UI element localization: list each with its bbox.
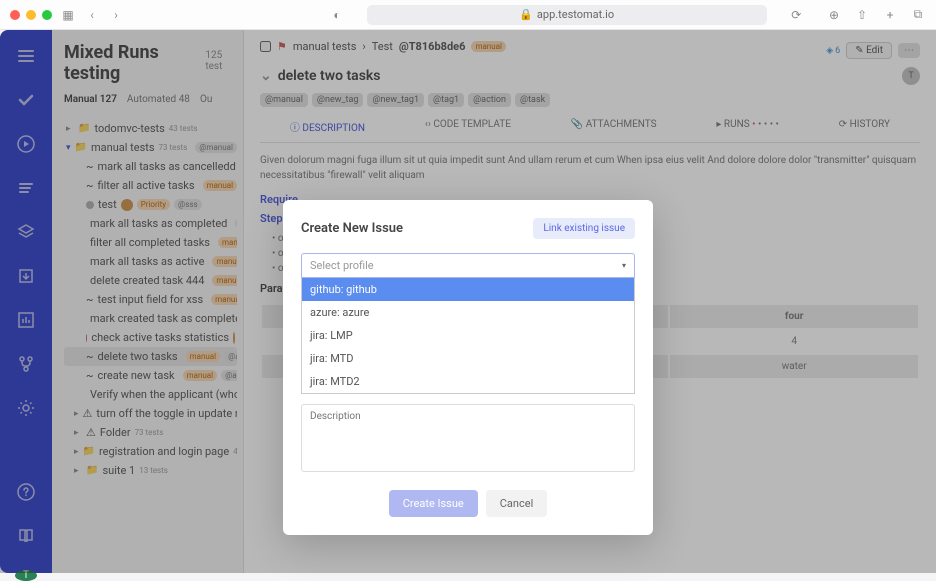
dropdown-option-jira-mtd2[interactable]: jira: MTD2 <box>302 370 634 393</box>
description-textarea[interactable] <box>301 404 635 472</box>
lock-icon: 🔒 <box>519 8 533 21</box>
back-icon[interactable]: ‹ <box>84 7 100 23</box>
dropdown-option-jira-lmp[interactable]: jira: LMP <box>302 324 634 347</box>
forward-icon[interactable]: › <box>108 7 124 23</box>
tabs-icon[interactable]: ⧉ <box>910 7 926 23</box>
dropdown-option-github[interactable]: github: github <box>302 278 634 301</box>
profile-select[interactable]: Select profile ▾ <box>301 253 635 278</box>
profile-dropdown: github: github azure: azure jira: LMP ji… <box>301 278 635 394</box>
browser-chrome: ▦ ‹ › ◐ 🔒 app.testomat.io ⟳ ⊕ ⇧ + ⧉ <box>0 0 936 30</box>
create-issue-button[interactable]: Create Issue <box>389 490 478 517</box>
download-icon[interactable]: ⊕ <box>826 7 842 23</box>
cancel-button[interactable]: Cancel <box>486 490 547 517</box>
shield-icon[interactable]: ◐ <box>329 7 345 23</box>
maximize-window[interactable] <box>42 10 52 20</box>
chevron-down-icon: ▾ <box>622 261 626 270</box>
share-icon[interactable]: ⇧ <box>854 7 870 23</box>
url-text: app.testomat.io <box>537 8 614 21</box>
minimize-window[interactable] <box>26 10 36 20</box>
refresh-icon[interactable]: ⟳ <box>788 7 804 23</box>
traffic-lights <box>10 10 52 20</box>
select-placeholder: Select profile <box>310 259 374 272</box>
create-issue-modal: Create New Issue Link existing issue Sel… <box>283 200 653 535</box>
modal-title: Create New Issue <box>301 221 403 236</box>
dropdown-option-jira-mtd[interactable]: jira: MTD <box>302 347 634 370</box>
dropdown-option-azure[interactable]: azure: azure <box>302 301 634 324</box>
sidebar-toggle-icon[interactable]: ▦ <box>60 7 76 23</box>
close-window[interactable] <box>10 10 20 20</box>
address-bar[interactable]: 🔒 app.testomat.io <box>367 5 767 25</box>
new-tab-icon[interactable]: + <box>882 7 898 23</box>
link-existing-button[interactable]: Link existing issue <box>533 218 635 239</box>
